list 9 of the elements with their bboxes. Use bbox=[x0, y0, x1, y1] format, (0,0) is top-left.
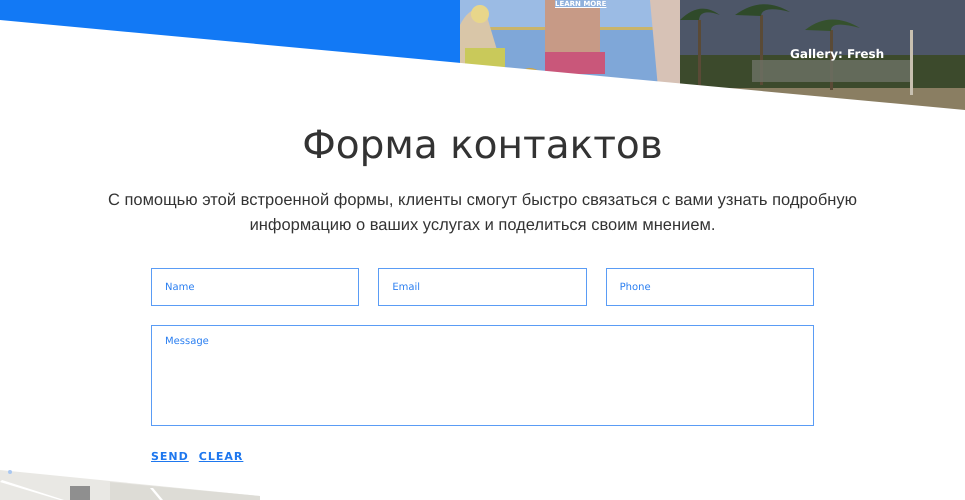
page-title: Форма контактов bbox=[301, 122, 664, 170]
gallery-caption: Gallery: Fresh bbox=[790, 47, 884, 61]
input-field[interactable]: Email bbox=[378, 268, 587, 306]
input-field[interactable]: Name bbox=[151, 268, 360, 306]
description-text: С помощью этой встроенной формы, клиенты смогут быстро связаться с вами узнать подробную информацию о ваших услугах и поделиться своим мнением. bbox=[106, 190, 858, 236]
clear-link[interactable]: CLEAR bbox=[198, 450, 244, 463]
send-link[interactable]: SEND bbox=[151, 450, 189, 463]
input-field[interactable]: Phone bbox=[606, 268, 814, 306]
message-field[interactable]: Message bbox=[151, 325, 814, 426]
